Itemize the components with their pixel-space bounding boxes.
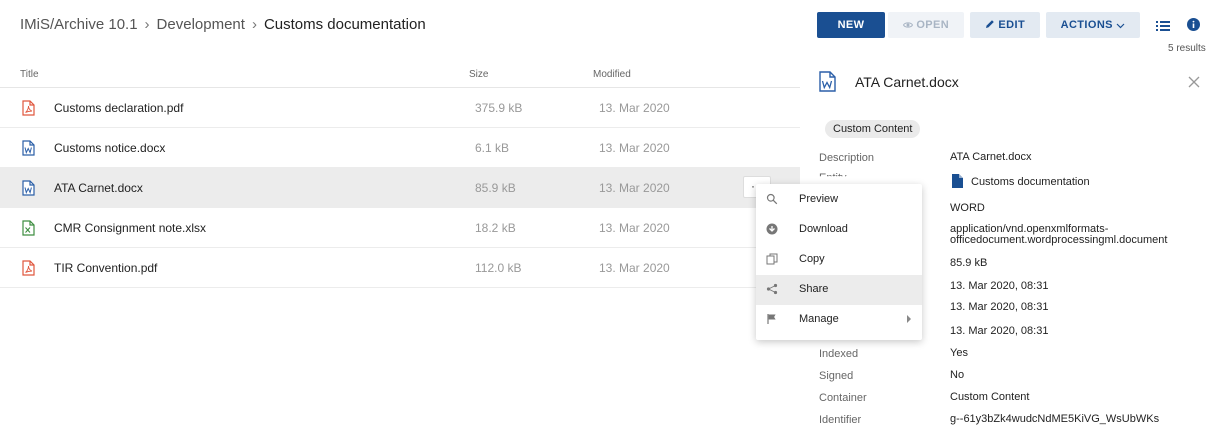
table-row[interactable]: Customs notice.docx 6.1 kB 13. Mar 2020	[0, 128, 800, 168]
property-value: 13. Mar 2020, 08:31	[950, 325, 1049, 337]
new-button-label: NEW	[837, 19, 865, 31]
search-icon	[766, 193, 778, 205]
panel-title: ATA Carnet.docx	[855, 74, 959, 90]
property-value: 13. Mar 2020, 08:31	[950, 301, 1049, 313]
submenu-arrow-icon	[907, 315, 911, 323]
property-label: Indexed	[819, 348, 859, 360]
breadcrumb-item-development[interactable]: Development	[157, 16, 245, 33]
file-modified: 13. Mar 2020	[599, 221, 670, 235]
menu-item-preview[interactable]: Preview	[756, 185, 922, 215]
info-icon[interactable]	[1187, 18, 1200, 31]
file-name: Customs notice.docx	[54, 141, 166, 155]
chevron-down-icon	[1116, 23, 1125, 29]
property-value: g--61y3bZk4wudcNdME5KiVG_WsUbWKs	[950, 413, 1160, 425]
copy-icon	[766, 253, 778, 265]
actions-button-label: ACTIONS	[1060, 19, 1113, 31]
file-size: 6.1 kB	[475, 141, 510, 155]
flag-icon	[767, 314, 776, 324]
breadcrumb-item-imis-archive[interactable]: IMiS/Archive 10.1	[20, 16, 138, 33]
table-row[interactable]: TIR Convention.pdf 112.0 kB 13. Mar 2020	[0, 248, 800, 288]
menu-item-label: Preview	[799, 193, 839, 205]
property-label: Signed	[819, 370, 854, 382]
column-header-modified[interactable]: Modified	[593, 69, 631, 80]
close-icon[interactable]	[1188, 76, 1200, 88]
property-value: WORD	[950, 202, 985, 214]
file-size: 375.9 kB	[475, 101, 523, 115]
file-modified: 13. Mar 2020	[599, 101, 670, 115]
property-value: No	[950, 369, 965, 381]
results-count: 5 results	[1168, 43, 1206, 54]
edit-button[interactable]: EDIT	[970, 12, 1040, 38]
file-size: 112.0 kB	[475, 261, 522, 275]
breadcrumb: IMiS/Archive 10.1 › Development › Customs do…	[20, 16, 426, 33]
menu-item-manage[interactable]: Manage	[756, 305, 922, 335]
menu-item-share[interactable]: Share	[756, 275, 922, 305]
menu-item-download[interactable]: Download	[756, 215, 922, 245]
file-name: ATA Carnet.docx	[54, 181, 143, 195]
word-icon	[22, 180, 35, 196]
list-view-icon[interactable]	[1156, 20, 1170, 32]
file-name: Customs declaration.pdf	[54, 101, 184, 115]
content-type-chip: Custom Content	[825, 120, 921, 138]
actions-button[interactable]: ACTIONS	[1046, 12, 1140, 38]
file-table: Title Size Modified Customs declaration.…	[0, 60, 800, 288]
pdf-icon	[22, 100, 35, 116]
menu-item-copy[interactable]: Copy	[756, 245, 922, 275]
context-menu: Preview Download Copy Share Manage	[756, 184, 922, 340]
file-modified: 13. Mar 2020	[599, 141, 670, 155]
excel-icon	[22, 220, 35, 236]
property-value: Custom Content	[950, 391, 1030, 403]
property-value: 13. Mar 2020, 08:31	[950, 280, 1049, 292]
property-value: ATA Carnet.docx	[950, 151, 1032, 163]
menu-item-label: Download	[799, 223, 848, 235]
file-name: CMR Consignment note.xlsx	[54, 221, 207, 235]
open-button-label: OPEN	[916, 19, 950, 31]
word-icon	[819, 71, 836, 92]
file-size: 18.2 kB	[475, 221, 516, 235]
menu-item-label: Copy	[799, 253, 825, 265]
column-header-title[interactable]: Title	[20, 69, 39, 80]
share-icon	[766, 283, 778, 295]
table-header: Title Size Modified	[0, 60, 800, 88]
file-name: TIR Convention.pdf	[54, 261, 158, 275]
pencil-icon	[985, 20, 994, 28]
property-label: Identifier	[819, 414, 862, 426]
property-value-entity[interactable]: Customs documentation	[971, 177, 1090, 188]
eye-icon	[902, 22, 913, 28]
file-modified: 13. Mar 2020	[599, 261, 670, 275]
breadcrumb-separator: ›	[144, 16, 150, 33]
property-value: Yes	[950, 347, 968, 359]
menu-item-label: Manage	[799, 313, 839, 325]
new-button[interactable]: NEW	[817, 12, 885, 38]
table-row[interactable]: Customs declaration.pdf 375.9 kB 13. Mar…	[0, 88, 800, 128]
property-label: Entity	[819, 172, 847, 184]
file-size: 85.9 kB	[475, 181, 516, 195]
edit-button-label: EDIT	[998, 19, 1026, 31]
open-button[interactable]: OPEN	[888, 12, 964, 38]
table-row[interactable]: ATA Carnet.docx 85.9 kB 13. Mar 2020 ···	[0, 168, 800, 208]
property-value-mime: application/vnd.openxmlformats-officedoc…	[950, 223, 1168, 246]
document-icon	[952, 174, 963, 188]
menu-item-label: Share	[799, 283, 829, 295]
property-label: Container	[819, 392, 867, 404]
file-modified: 13. Mar 2020	[599, 181, 670, 195]
download-icon	[766, 223, 778, 235]
property-value: 85.9 kB	[950, 257, 988, 269]
column-header-size[interactable]: Size	[469, 69, 488, 80]
word-icon	[22, 140, 35, 156]
table-row[interactable]: CMR Consignment note.xlsx 18.2 kB 13. Ma…	[0, 208, 800, 248]
breadcrumb-separator: ›	[251, 16, 257, 33]
pdf-icon	[22, 260, 35, 276]
property-label: Description	[819, 152, 875, 164]
breadcrumb-item-current: Customs documentation	[263, 16, 426, 33]
